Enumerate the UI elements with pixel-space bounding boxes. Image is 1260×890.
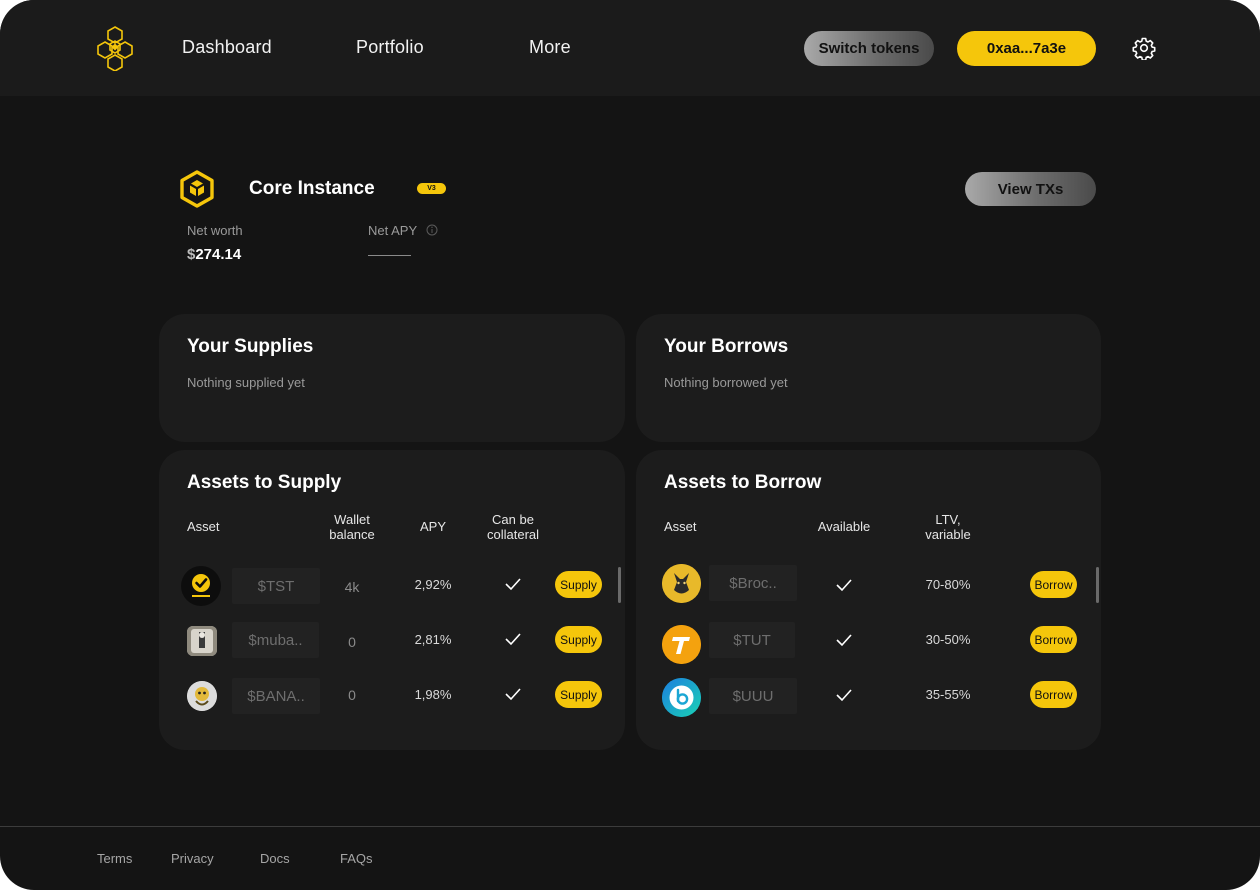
apy-value: 2,92% bbox=[414, 577, 452, 592]
ltv-value: 30-50% bbox=[925, 632, 971, 647]
switch-tokens-button[interactable]: Switch tokens bbox=[804, 31, 934, 66]
borrow-row: $UUU 35-55% Borrow bbox=[636, 674, 1101, 718]
footer-divider bbox=[0, 826, 1260, 827]
assets-to-supply-card: Assets to Supply Asset Wallet balance AP… bbox=[159, 450, 625, 750]
net-worth-value: $274.14 bbox=[187, 246, 241, 263]
supply-row: $muba.. 0 2,81% Supply bbox=[159, 619, 625, 663]
asset-symbol: $UUU bbox=[709, 678, 797, 714]
app-frame: Dashboard Portfolio More Switch tokens 0… bbox=[0, 0, 1260, 890]
view-txs-button[interactable]: View TXs bbox=[965, 172, 1096, 206]
borrow-list-scrollbar[interactable] bbox=[1096, 567, 1099, 603]
tut-token-icon bbox=[662, 625, 701, 664]
apy-value: 2,81% bbox=[414, 632, 452, 647]
wallet-balance: 4k bbox=[344, 579, 360, 595]
asset-symbol: $BANA.. bbox=[232, 678, 320, 714]
col-asset: Asset bbox=[187, 519, 220, 534]
check-icon bbox=[505, 688, 521, 701]
your-borrows-card: Your Borrows Nothing borrowed yet bbox=[636, 314, 1101, 442]
nav-more[interactable]: More bbox=[529, 37, 571, 58]
check-icon bbox=[505, 578, 521, 591]
honeycomb-logo-icon[interactable] bbox=[93, 25, 137, 71]
your-supplies-empty: Nothing supplied yet bbox=[187, 375, 305, 390]
footer-terms-link[interactable]: Terms bbox=[97, 851, 132, 866]
info-icon[interactable] bbox=[426, 224, 438, 236]
wallet-balance: 0 bbox=[348, 634, 356, 650]
nav-dashboard[interactable]: Dashboard bbox=[182, 37, 272, 58]
supply-button[interactable]: Supply bbox=[555, 571, 602, 598]
check-icon bbox=[836, 579, 852, 592]
banana-token-icon bbox=[187, 681, 217, 711]
borrow-row: $Broc.. 70-80% Borrow bbox=[636, 564, 1101, 608]
footer-faqs-link[interactable]: FAQs bbox=[340, 851, 373, 866]
footer-docs-link[interactable]: Docs bbox=[260, 851, 290, 866]
supply-row: $TST 4k 2,92% Supply bbox=[159, 564, 625, 608]
wallet-balance: 0 bbox=[348, 687, 356, 703]
ltv-value: 70-80% bbox=[925, 577, 971, 592]
version-badge: V3 bbox=[417, 183, 446, 194]
test-token-icon bbox=[181, 566, 221, 606]
supply-row: $BANA.. 0 1,98% Supply bbox=[159, 674, 625, 718]
col-asset: Asset bbox=[664, 519, 697, 534]
supply-button[interactable]: Supply bbox=[555, 626, 602, 653]
ltv-value: 35-55% bbox=[925, 687, 971, 702]
net-worth-amount: 274.14 bbox=[195, 246, 242, 263]
asset-symbol: $TST bbox=[232, 568, 320, 604]
supply-list-scrollbar[interactable] bbox=[618, 567, 621, 603]
assets-to-borrow-title: Assets to Borrow bbox=[664, 472, 822, 493]
col-available: Available bbox=[817, 519, 871, 534]
asset-symbol: $TUT bbox=[709, 622, 795, 658]
col-ltv-variable: LTV, variable bbox=[925, 512, 971, 542]
col-can-be-collateral: Can be collateral bbox=[486, 512, 540, 542]
assets-to-supply-title: Assets to Supply bbox=[187, 472, 342, 493]
supply-button[interactable]: Supply bbox=[555, 681, 602, 708]
top-nav-bar: Dashboard Portfolio More Switch tokens 0… bbox=[0, 0, 1260, 96]
check-icon bbox=[836, 634, 852, 647]
bnb-logo-icon bbox=[180, 170, 214, 208]
assets-to-borrow-card: Assets to Borrow Asset Available LTV, va… bbox=[636, 450, 1101, 750]
borrow-button[interactable]: Borrow bbox=[1030, 626, 1077, 653]
check-icon bbox=[836, 689, 852, 702]
col-wallet-balance: Wallet balance bbox=[329, 512, 375, 542]
mubarak-token-icon bbox=[187, 626, 217, 656]
net-apy-empty-value bbox=[368, 255, 411, 256]
asset-symbol: $Broc.. bbox=[709, 565, 797, 601]
nav-portfolio[interactable]: Portfolio bbox=[356, 37, 424, 58]
net-worth-label: Net worth bbox=[187, 223, 243, 238]
net-apy-label: Net APY bbox=[368, 223, 418, 238]
your-supplies-card: Your Supplies Nothing supplied yet bbox=[159, 314, 625, 442]
your-supplies-title: Your Supplies bbox=[187, 336, 314, 357]
your-borrows-empty: Nothing borrowed yet bbox=[664, 375, 788, 390]
borrow-button[interactable]: Borrow bbox=[1030, 681, 1077, 708]
gear-icon[interactable] bbox=[1132, 36, 1156, 60]
asset-symbol: $muba.. bbox=[232, 622, 319, 658]
uuu-token-icon bbox=[662, 678, 701, 717]
borrow-button[interactable]: Borrow bbox=[1030, 571, 1077, 598]
broccoli-token-icon bbox=[662, 564, 701, 603]
apy-value: 1,98% bbox=[414, 687, 452, 702]
footer-privacy-link[interactable]: Privacy bbox=[171, 851, 214, 866]
borrow-row: $TUT 30-50% Borrow bbox=[636, 619, 1101, 664]
col-apy: APY bbox=[419, 519, 446, 534]
wallet-address-button[interactable]: 0xaa...7a3e bbox=[957, 31, 1096, 66]
your-borrows-title: Your Borrows bbox=[664, 336, 789, 357]
check-icon bbox=[505, 633, 521, 646]
instance-title: Core Instance bbox=[249, 178, 375, 199]
